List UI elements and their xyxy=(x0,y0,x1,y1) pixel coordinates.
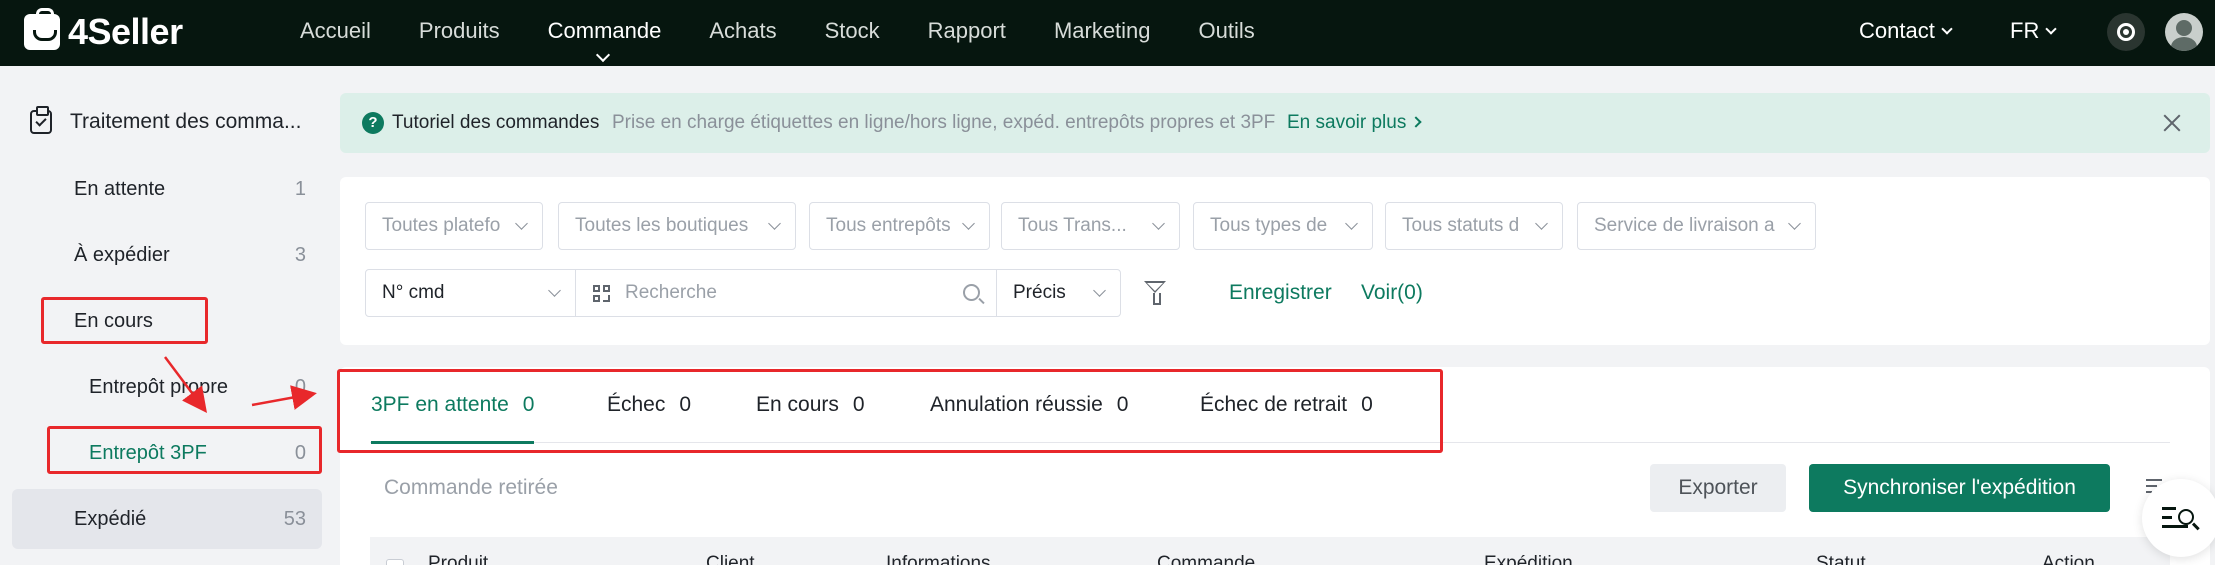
annotation-arrow-down xyxy=(164,356,207,413)
annotation-arrows xyxy=(164,356,317,413)
annotation-arrow-right xyxy=(251,385,317,410)
